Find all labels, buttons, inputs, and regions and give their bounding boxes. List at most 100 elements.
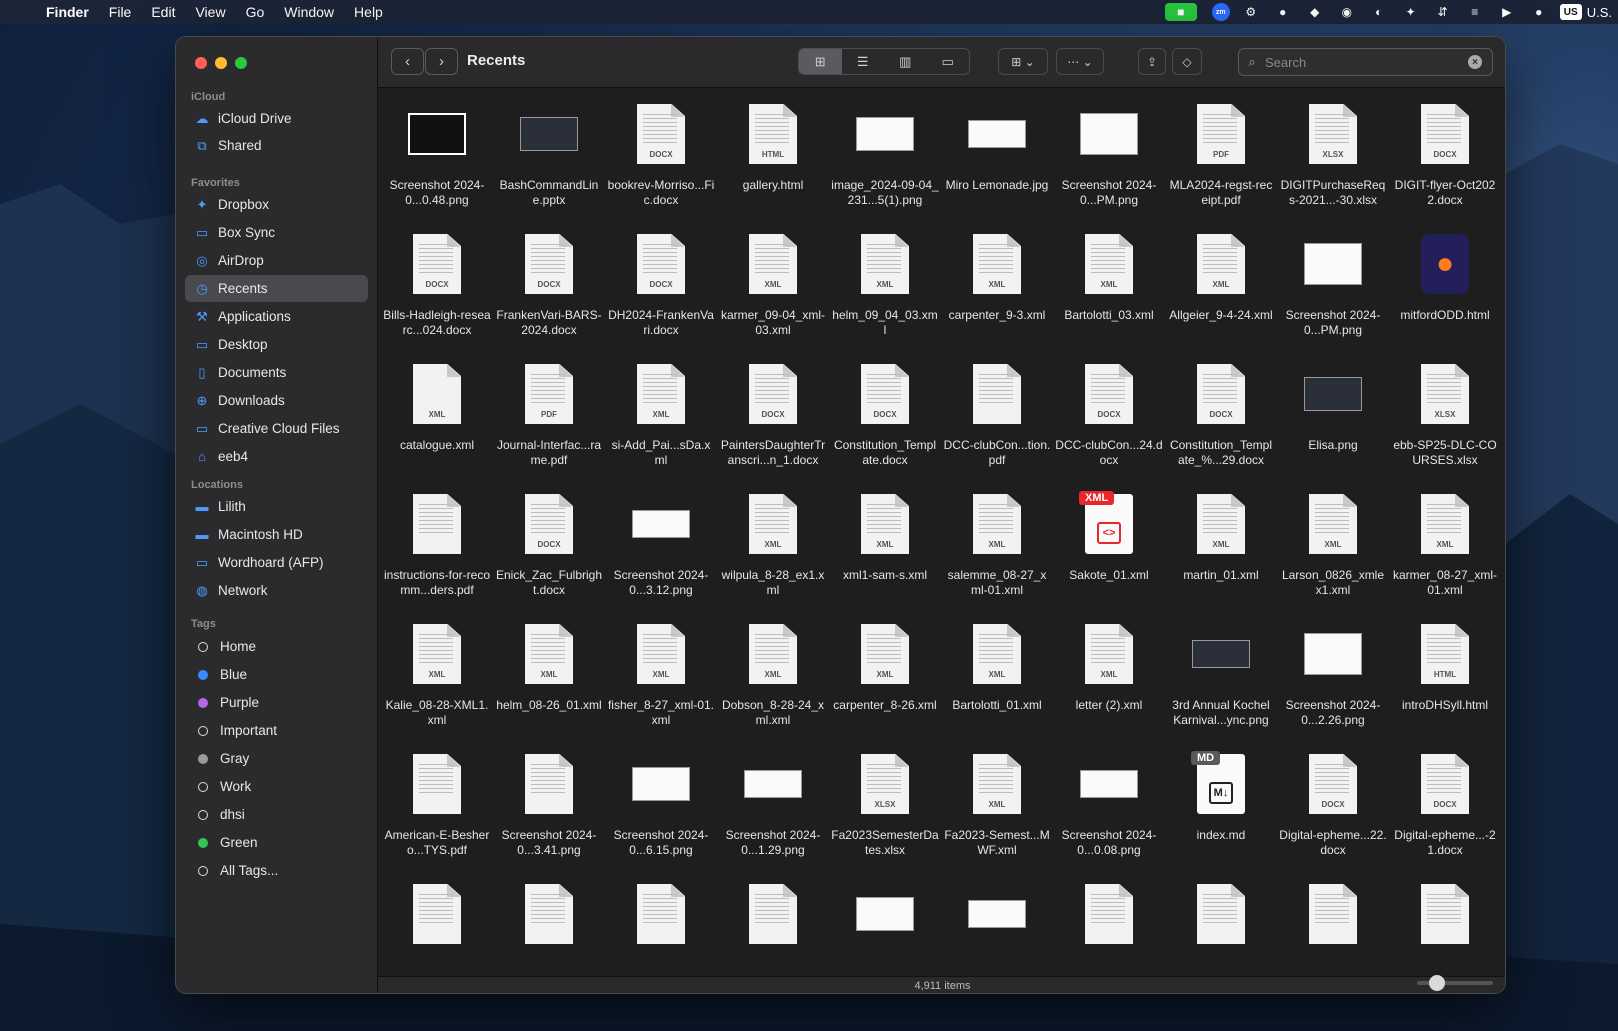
tags-button[interactable]: ◇ [1172, 48, 1202, 75]
minimize-button[interactable] [215, 57, 227, 69]
file-item[interactable]: Screenshot 2024-0...0.08.png [1053, 748, 1165, 878]
file-item[interactable]: XML Bartolotti_01.xml [941, 618, 1053, 748]
sidebar-item-home[interactable]: Home [185, 633, 368, 660]
search-input[interactable] [1265, 54, 1468, 70]
menu-go[interactable]: Go [236, 4, 275, 20]
action-menu-button[interactable]: ⋯ ⌄ [1056, 48, 1104, 75]
box-status-icon[interactable]: ◆ [1304, 3, 1326, 21]
file-item[interactable]: XML letter (2).xml [1053, 618, 1165, 748]
sidebar-item-downloads[interactable]: ⊕ Downloads [185, 387, 368, 414]
file-item[interactable]: DOCX bookrev-Morriso...Fic.docx [605, 98, 717, 228]
zoom-icon[interactable]: zm [1211, 3, 1230, 21]
file-item[interactable]: XLSX ebb-SP25-DLC-COURSES.xlsx [1389, 358, 1501, 488]
share-button[interactable]: ⇪ [1138, 48, 1166, 75]
sidebar-item-desktop[interactable]: ▭ Desktop [185, 331, 368, 358]
file-item[interactable] [717, 878, 829, 976]
sidebar-item-important[interactable]: Important [185, 717, 368, 744]
file-item[interactable]: XML catalogue.xml [381, 358, 493, 488]
zoom-button[interactable] [235, 57, 247, 69]
network-status-icon[interactable]: ⇵ [1432, 3, 1454, 21]
dropbox-status-icon[interactable]: ✦ [1400, 3, 1422, 21]
input-source-icon[interactable]: US [1559, 4, 1582, 20]
file-item[interactable] [381, 878, 493, 976]
file-item[interactable]: MD M↓ index.md [1165, 748, 1277, 878]
file-item[interactable]: DOCX Enick_Zac_Fulbright.docx [493, 488, 605, 618]
file-item[interactable]: Screenshot 2024-0...PM.png [1053, 98, 1165, 228]
file-item[interactable]: DOCX Digital-epheme...22.docx [1277, 748, 1389, 878]
file-item[interactable]: XML karmer_08-27_xml-01.xml [1389, 488, 1501, 618]
list-view-button[interactable]: ☰ [842, 49, 885, 74]
file-item[interactable]: Miro Lemonade.jpg [941, 98, 1053, 228]
file-item[interactable]: XML Bartolotti_03.xml [1053, 228, 1165, 358]
file-item[interactable]: Screenshot 2024-0...0.48.png [381, 98, 493, 228]
facetime-icon[interactable]: ■ [1164, 3, 1197, 21]
file-item[interactable]: HTML introDHSyll.html [1389, 618, 1501, 748]
sidebar-item-macintosh-hd[interactable]: ▬ Macintosh HD [185, 521, 368, 548]
file-item[interactable]: DOCX DH2024-FrankenVari.docx [605, 228, 717, 358]
file-item[interactable]: XML <> Sakote_01.xml [1053, 488, 1165, 618]
column-view-button[interactable]: ▥ [884, 49, 927, 74]
clear-search-icon[interactable]: × [1468, 55, 1482, 69]
file-item[interactable]: Screenshot 2024-0...PM.png [1277, 228, 1389, 358]
menu-app-name[interactable]: Finder [40, 4, 99, 20]
sidebar-item-blue[interactable]: Blue [185, 661, 368, 688]
menu-file[interactable]: File [99, 4, 142, 20]
file-item[interactable] [1053, 878, 1165, 976]
sidebar-item-lilith[interactable]: ▬ Lilith [185, 493, 368, 520]
sidebar-item-gray[interactable]: Gray [185, 745, 368, 772]
file-item[interactable] [1165, 878, 1277, 976]
file-item[interactable]: American-E-Beshero...TYS.pdf [381, 748, 493, 878]
creative-cloud-icon[interactable]: ● [1272, 3, 1294, 21]
globe-status-icon[interactable]: ◐ [1368, 3, 1390, 21]
file-item[interactable]: Screenshot 2024-0...3.12.png [605, 488, 717, 618]
sidebar-item-all-tags[interactable]: All Tags... [185, 857, 368, 884]
file-item[interactable]: XML helm_09_04_03.xml [829, 228, 941, 358]
file-item[interactable]: DOCX DCC-clubCon...24.docx [1053, 358, 1165, 488]
menu-view[interactable]: View [185, 4, 235, 20]
menu-edit[interactable]: Edit [141, 4, 185, 20]
file-item[interactable] [1389, 878, 1501, 976]
back-button[interactable]: ‹ [391, 48, 424, 75]
file-item[interactable]: XML wilpula_8-28_ex1.xml [717, 488, 829, 618]
file-item[interactable]: DOCX FrankenVari-BARS-2024.docx [493, 228, 605, 358]
sidebar-item-airdrop[interactable]: ◎ AirDrop [185, 247, 368, 274]
file-item[interactable]: DOCX Constitution_Template.docx [829, 358, 941, 488]
file-item[interactable]: Elisa.png [1277, 358, 1389, 488]
file-item[interactable]: DOCX Constitution_Template_%...29.docx [1165, 358, 1277, 488]
file-item[interactable]: BashCommandLine.pptx [493, 98, 605, 228]
control-strip-icon[interactable]: ≡ [1464, 3, 1486, 21]
sidebar-item-dropbox[interactable]: ✦ Dropbox [185, 191, 368, 218]
sidebar-item-applications[interactable]: ⚒ Applications [185, 303, 368, 330]
sidebar-item-box-sync[interactable]: ▭ Box Sync [185, 219, 368, 246]
file-item[interactable]: XML carpenter_8-26.xml [829, 618, 941, 748]
sidebar-item-recents[interactable]: ◷ Recents [185, 275, 368, 302]
file-item[interactable]: PDF MLA2024-regst-receipt.pdf [1165, 98, 1277, 228]
file-item[interactable]: XML Allgeier_9-4-24.xml [1165, 228, 1277, 358]
file-item[interactable]: instructions-for-recomm...ders.pdf [381, 488, 493, 618]
file-item[interactable]: XML Larson_0826_xmlex1.xml [1277, 488, 1389, 618]
file-item[interactable]: Screenshot 2024-0...3.41.png [493, 748, 605, 878]
file-item[interactable] [941, 878, 1053, 976]
close-button[interactable] [195, 57, 207, 69]
file-item[interactable]: DOCX Bills-Hadleigh-researc...024.docx [381, 228, 493, 358]
file-item[interactable] [1277, 878, 1389, 976]
file-item[interactable]: Screenshot 2024-0...1.29.png [717, 748, 829, 878]
icon-size-slider[interactable] [1417, 975, 1493, 991]
sidebar-item-eeb4[interactable]: ⌂ eeb4 [185, 443, 368, 470]
file-item[interactable]: XLSX DIGITPurchaseReqs-2021...-30.xlsx [1277, 98, 1389, 228]
file-item[interactable] [605, 878, 717, 976]
file-item[interactable]: Screenshot 2024-0...6.15.png [605, 748, 717, 878]
file-item[interactable]: DOCX DIGIT-flyer-Oct2022.docx [1389, 98, 1501, 228]
menu-help[interactable]: Help [344, 4, 393, 20]
file-item[interactable]: XML xml1-sam-s.xml [829, 488, 941, 618]
sidebar-item-work[interactable]: Work [185, 773, 368, 800]
gear-status-icon[interactable]: ⚙ [1240, 3, 1262, 21]
sidebar-item-dhsi[interactable]: dhsi [185, 801, 368, 828]
forward-button[interactable]: › [425, 48, 458, 75]
file-item[interactable]: ● mitfordODD.html [1389, 228, 1501, 358]
icon-view-button[interactable]: ⊞ [799, 49, 842, 74]
file-item[interactable]: XML karmer_09-04_xml-03.xml [717, 228, 829, 358]
sidebar-item-wordhoard-afp[interactable]: ▭ Wordhoard (AFP) [185, 549, 368, 576]
file-item[interactable]: 3rd Annual Kochel Karnival...ync.png [1165, 618, 1277, 748]
file-item[interactable] [493, 878, 605, 976]
